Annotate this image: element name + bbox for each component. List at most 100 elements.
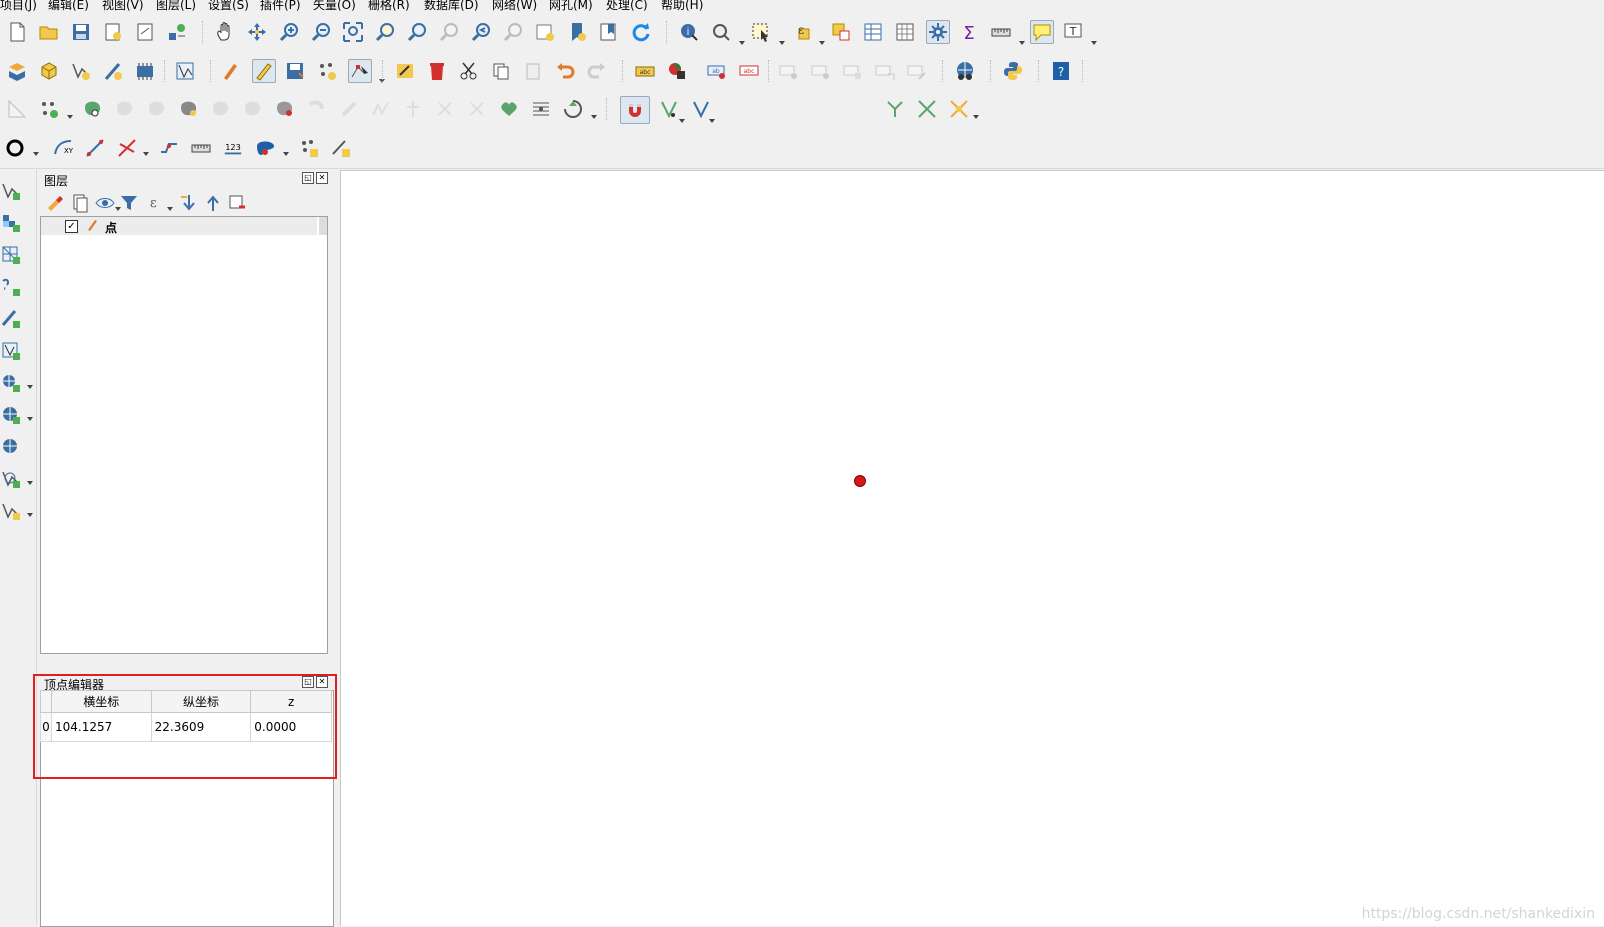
tracing-icon[interactable] <box>948 98 970 120</box>
menu-settings[interactable]: 设置(S) <box>208 0 249 12</box>
add-mesh-layer-icon[interactable] <box>0 244 22 266</box>
add-postgis-icon[interactable] <box>0 468 22 490</box>
filter-legend-icon[interactable] <box>118 192 140 214</box>
point-symbol-icon[interactable] <box>4 137 26 159</box>
split-dropdown-icon[interactable] <box>142 147 150 156</box>
delete-ring-icon[interactable] <box>178 98 200 120</box>
column-header-y[interactable]: 纵坐标 <box>150 690 252 713</box>
new-temporary-layer-icon[interactable] <box>134 60 156 82</box>
filter-by-expression-icon[interactable]: ε <box>142 192 164 214</box>
statistics-sigma-icon[interactable]: Σ <box>958 21 980 43</box>
merge-features-icon[interactable] <box>498 98 520 120</box>
select-by-expression-icon[interactable]: ε <box>790 21 812 43</box>
pan-to-selection-icon[interactable] <box>246 21 268 43</box>
add-mssql-icon[interactable] <box>0 500 22 522</box>
open-project-icon[interactable] <box>38 21 60 43</box>
connect-lines-icon[interactable] <box>158 137 180 159</box>
new-shapefile-icon[interactable] <box>70 60 92 82</box>
add-wfs-layer-icon[interactable] <box>0 404 22 426</box>
modify-attributes-icon[interactable] <box>394 60 416 82</box>
z-coordinate-cell[interactable]: 0.0000 <box>250 712 332 742</box>
zoom-to-layer-icon[interactable] <box>406 21 428 43</box>
polygon-style-icon[interactable] <box>254 137 276 159</box>
y-coordinate-cell[interactable]: 22.3609 <box>150 712 252 742</box>
snap-to-layers-icon[interactable] <box>658 98 680 120</box>
zoom-full-icon[interactable] <box>342 21 364 43</box>
menu-mesh[interactable]: 网孔(M) <box>549 0 593 12</box>
rotate-dropdown-icon[interactable] <box>590 110 598 119</box>
remove-layer-icon[interactable] <box>226 192 248 214</box>
menu-view[interactable]: 视图(V) <box>102 0 144 12</box>
action-dropdown-icon[interactable] <box>738 36 746 45</box>
split-line-icon[interactable] <box>116 137 138 159</box>
map-tips-icon[interactable] <box>1030 20 1054 44</box>
select-features-icon[interactable] <box>750 21 772 43</box>
vertex-tool-icon[interactable] <box>348 59 372 83</box>
style-manager-icon[interactable] <box>166 21 188 43</box>
add-ring-icon[interactable] <box>82 98 104 120</box>
zoom-in-icon[interactable] <box>278 21 300 43</box>
snap-type-dropdown-icon[interactable] <box>708 114 716 123</box>
save-layer-edits-icon[interactable] <box>284 60 306 82</box>
shape-digitize-icon[interactable] <box>38 98 60 120</box>
expression-dropdown-icon[interactable] <box>818 36 826 45</box>
layer-visibility-checkbox[interactable]: ✓ <box>65 220 78 233</box>
column-header-x[interactable]: 横坐标 <box>50 690 152 713</box>
snap-layers-dropdown-icon[interactable] <box>678 114 686 123</box>
delete-selected-icon[interactable] <box>426 60 448 82</box>
postgis-dropdown-icon[interactable] <box>26 476 34 485</box>
pan-hand-icon[interactable] <box>214 21 236 43</box>
save-project-icon[interactable] <box>70 21 92 43</box>
tracing-dropdown-icon[interactable] <box>972 110 980 119</box>
menu-project[interactable]: 项目(J) <box>0 0 37 12</box>
new-virtual-layer-icon[interactable] <box>174 60 196 82</box>
manage-visibility-icon[interactable] <box>94 192 116 214</box>
offset-point-symbol-icon[interactable] <box>562 98 584 120</box>
toggle-label-display-icon[interactable]: abc <box>738 60 760 82</box>
add-raster-layer-icon[interactable] <box>0 212 22 234</box>
new-spatialite-icon[interactable] <box>102 60 124 82</box>
map-point-feature[interactable] <box>854 475 866 487</box>
print-layout-icon[interactable] <box>134 21 156 43</box>
cut-features-icon[interactable] <box>458 60 480 82</box>
polygon-style-dropdown-icon[interactable] <box>282 147 290 156</box>
column-header-z[interactable]: z <box>250 690 332 713</box>
add-spatialite-icon[interactable] <box>0 308 22 330</box>
snapping-magnet-icon[interactable] <box>620 96 650 124</box>
open-layer-styling-icon[interactable] <box>44 192 66 214</box>
select-dropdown-icon[interactable] <box>778 36 786 45</box>
menu-raster[interactable]: 栅格(R) <box>368 0 410 12</box>
zoom-to-selection-icon[interactable] <box>374 21 396 43</box>
menu-layer[interactable]: 图层(L) <box>156 0 196 12</box>
layer-tree-item[interactable]: ✓ 点 <box>41 217 317 235</box>
layer-diagram-icon[interactable] <box>666 60 688 82</box>
quickmapservices-icon[interactable] <box>954 60 976 82</box>
new-geopackage-icon[interactable] <box>38 60 60 82</box>
zoom-last-icon[interactable] <box>470 21 492 43</box>
point-symbol-dropdown-icon[interactable] <box>32 147 40 156</box>
xy-digitize-icon[interactable]: XY <box>52 137 74 159</box>
zoom-out-icon[interactable] <box>310 21 332 43</box>
snap-intersections-icon[interactable] <box>916 98 938 120</box>
mssql-dropdown-icon[interactable] <box>26 508 34 517</box>
expand-all-icon[interactable] <box>178 192 200 214</box>
identify-icon[interactable]: i <box>678 21 700 43</box>
text-annotation-icon[interactable]: T <box>1062 21 1084 43</box>
rotate-point-symbols-icon[interactable] <box>530 98 552 120</box>
toggle-editing-icon[interactable] <box>252 59 276 83</box>
attribute-table-icon[interactable] <box>862 21 884 43</box>
field-calculator-icon[interactable] <box>894 21 916 43</box>
wms-dropdown-icon[interactable] <box>26 380 34 389</box>
add-wcs-layer-icon[interactable] <box>0 436 22 458</box>
new-map-view-icon[interactable] <box>534 21 556 43</box>
deselect-all-icon[interactable] <box>830 21 852 43</box>
add-delimited-text-icon[interactable]: , <box>0 276 22 298</box>
measure-bearing-icon[interactable] <box>190 137 212 159</box>
offset-curve-icon[interactable] <box>274 98 296 120</box>
menu-plugins[interactable]: 插件(P) <box>260 0 301 12</box>
wfs-dropdown-icon[interactable] <box>26 412 34 421</box>
menu-vector[interactable]: 矢量(O) <box>313 0 356 12</box>
refresh-icon[interactable] <box>630 21 652 43</box>
current-edits-icon[interactable] <box>220 60 242 82</box>
save-as-icon[interactable] <box>102 21 124 43</box>
